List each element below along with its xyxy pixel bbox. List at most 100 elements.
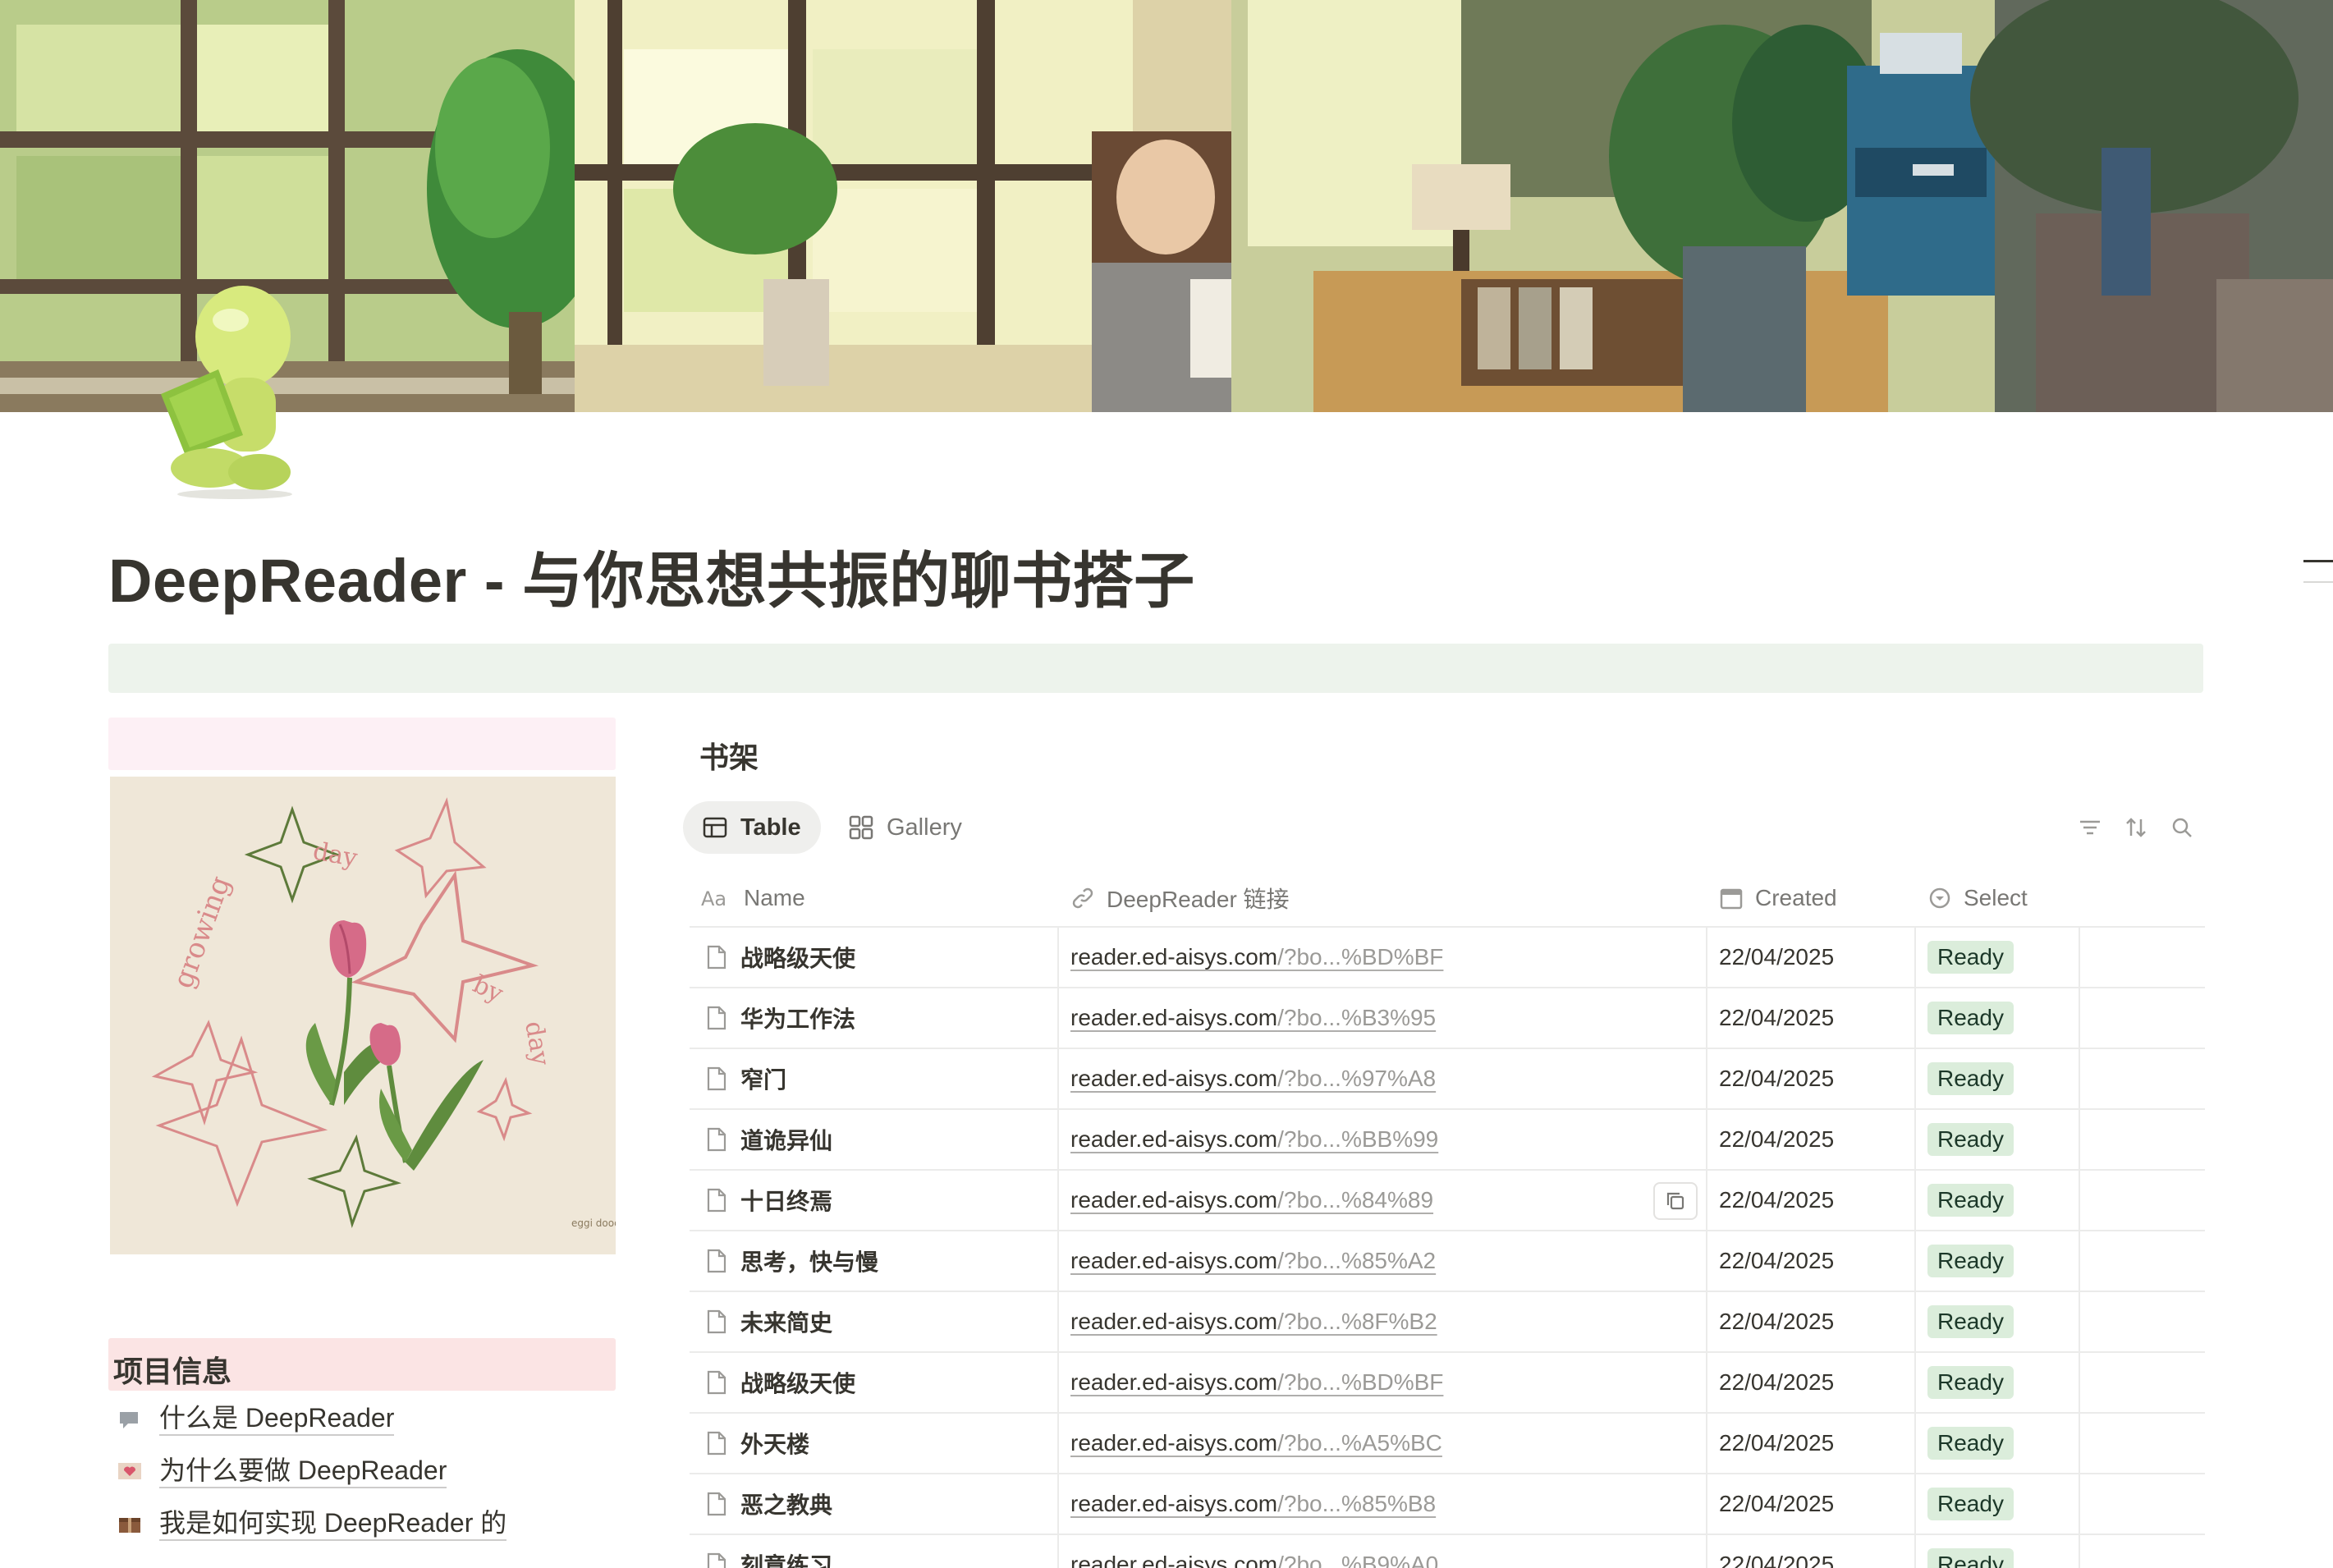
cell-select[interactable]: Ready — [1916, 1291, 2080, 1352]
column-header-name[interactable]: Aa Name — [690, 869, 1059, 927]
cell-created[interactable]: 22/04/2025 — [1707, 1170, 1916, 1231]
column-header-link[interactable]: DeepReader 链接 — [1059, 869, 1707, 927]
artwork-image[interactable]: growing day by day eggi doodz — [110, 777, 616, 1254]
table-row[interactable]: 战略级天使 reader.ed-aisys.com/?bo...%BD%BF 22/… — [690, 1352, 2205, 1414]
cell-name[interactable]: 华为工作法 — [690, 988, 1059, 1048]
cell-created[interactable]: 22/04/2025 — [1707, 1534, 1916, 1568]
cell-link[interactable]: reader.ed-aisys.com/?bo...%BD%BF — [1059, 927, 1707, 988]
cell-select[interactable]: Ready — [1916, 1474, 2080, 1534]
copy-link-button[interactable] — [1653, 1182, 1698, 1220]
project-info-item-3[interactable]: 我是如何实现 DeepReader 的 — [115, 1504, 507, 1543]
table-row[interactable]: 十日终焉 reader.ed-aisys.com/?bo...%84%89 22/0… — [690, 1170, 2205, 1231]
cell-empty[interactable] — [2080, 1231, 2205, 1291]
cover-image[interactable] — [0, 0, 2333, 412]
view-tab-table[interactable]: Table — [683, 801, 821, 854]
cell-select[interactable]: Ready — [1916, 1048, 2080, 1109]
cell-name[interactable]: 战略级天使 — [690, 1352, 1059, 1413]
page-title[interactable]: DeepReader - 与你思想共振的聊书搭子 — [108, 532, 1195, 620]
table-row[interactable]: 思考，快与慢 reader.ed-aisys.com/?bo...%85%A2 22… — [690, 1231, 2205, 1292]
table-row[interactable]: 恶之教典 reader.ed-aisys.com/?bo...%85%B8 22/0… — [690, 1474, 2205, 1535]
cell-empty[interactable] — [2080, 1413, 2205, 1474]
deepreader-link[interactable]: reader.ed-aisys.com/?bo...%BB%99 — [1070, 1126, 1438, 1153]
cell-created[interactable]: 22/04/2025 — [1707, 988, 1916, 1048]
cell-link[interactable]: reader.ed-aisys.com/?bo...%B3%95 — [1059, 988, 1707, 1048]
cell-created[interactable]: 22/04/2025 — [1707, 1352, 1916, 1413]
cell-name[interactable]: 刻意练习 — [690, 1534, 1059, 1568]
cell-name[interactable]: 窄门 — [690, 1048, 1059, 1109]
project-info-heading[interactable]: 项目信息 — [108, 1338, 616, 1391]
cell-link[interactable]: reader.ed-aisys.com/?bo...%97%A8 — [1059, 1048, 1707, 1109]
table-row[interactable]: 窄门 reader.ed-aisys.com/?bo...%97%A8 22/04/… — [690, 1048, 2205, 1110]
cell-empty[interactable] — [2080, 988, 2205, 1048]
cell-created[interactable]: 22/04/2025 — [1707, 1474, 1916, 1534]
project-info-item-2-label: 为什么要做 DeepReader — [159, 1454, 447, 1488]
cell-created[interactable]: 22/04/2025 — [1707, 1109, 1916, 1170]
search-icon[interactable] — [2169, 814, 2195, 841]
cell-select[interactable]: Ready — [1916, 927, 2080, 988]
deepreader-link[interactable]: reader.ed-aisys.com/?bo...%8F%B2 — [1070, 1309, 1437, 1335]
cell-link[interactable]: reader.ed-aisys.com/?bo...%BD%BF — [1059, 1352, 1707, 1413]
deepreader-link[interactable]: reader.ed-aisys.com/?bo...%BD%BF — [1070, 944, 1443, 970]
project-info-item-2[interactable]: 为什么要做 DeepReader — [115, 1451, 447, 1491]
filter-icon[interactable] — [2077, 814, 2103, 841]
deepreader-link[interactable]: reader.ed-aisys.com/?bo...%97%A8 — [1070, 1066, 1436, 1092]
cell-empty[interactable] — [2080, 1352, 2205, 1413]
cell-select[interactable]: Ready — [1916, 1170, 2080, 1231]
cell-link[interactable]: reader.ed-aisys.com/?bo...%8F%B2 — [1059, 1291, 1707, 1352]
deepreader-link[interactable]: reader.ed-aisys.com/?bo...%84%89 — [1070, 1187, 1433, 1213]
cell-created[interactable]: 22/04/2025 — [1707, 1291, 1916, 1352]
cell-empty[interactable] — [2080, 927, 2205, 988]
cell-created[interactable]: 22/04/2025 — [1707, 1048, 1916, 1109]
cell-empty[interactable] — [2080, 1048, 2205, 1109]
cell-created[interactable]: 22/04/2025 — [1707, 927, 1916, 988]
table-row[interactable]: 道诡异仙 reader.ed-aisys.com/?bo...%BB%99 22/0… — [690, 1109, 2205, 1171]
deepreader-link[interactable]: reader.ed-aisys.com/?bo...%85%B8 — [1070, 1491, 1436, 1517]
cell-select[interactable]: Ready — [1916, 988, 2080, 1048]
table-row[interactable]: 刻意练习 reader.ed-aisys.com/?bo...%B9%A0 22/0… — [690, 1534, 2205, 1568]
database-title[interactable]: 书架 — [699, 734, 759, 777]
cell-select[interactable]: Ready — [1916, 1534, 2080, 1568]
cell-select[interactable]: Ready — [1916, 1352, 2080, 1413]
page-icon[interactable] — [153, 279, 300, 501]
table-row[interactable]: 战略级天使 reader.ed-aisys.com/?bo...%BD%BF 22/… — [690, 927, 2205, 988]
outline-toggle-icon[interactable] — [2303, 560, 2333, 562]
table-row[interactable]: 外天楼 reader.ed-aisys.com/?bo...%A5%BC 22/04… — [690, 1413, 2205, 1474]
cell-link[interactable]: reader.ed-aisys.com/?bo...%85%B8 — [1059, 1474, 1707, 1534]
cell-link[interactable]: reader.ed-aisys.com/?bo...%84%89 — [1059, 1170, 1707, 1231]
deepreader-link[interactable]: reader.ed-aisys.com/?bo...%B3%95 — [1070, 1005, 1436, 1031]
cell-link[interactable]: reader.ed-aisys.com/?bo...%A5%BC — [1059, 1413, 1707, 1474]
cell-empty[interactable] — [2080, 1291, 2205, 1352]
cell-created[interactable]: 22/04/2025 — [1707, 1231, 1916, 1291]
column-header-created[interactable]: Created — [1707, 869, 1916, 927]
cell-name[interactable]: 十日终焉 — [690, 1170, 1059, 1231]
table-row[interactable]: 华为工作法 reader.ed-aisys.com/?bo...%B3%95 22/… — [690, 988, 2205, 1049]
cell-name[interactable]: 道诡异仙 — [690, 1109, 1059, 1170]
green-callout-block[interactable] — [108, 644, 2203, 693]
deepreader-link[interactable]: reader.ed-aisys.com/?bo...%B9%A0 — [1070, 1552, 1438, 1568]
deepreader-link[interactable]: reader.ed-aisys.com/?bo...%85%A2 — [1070, 1248, 1436, 1274]
cell-name[interactable]: 思考，快与慢 — [690, 1231, 1059, 1291]
cell-select[interactable]: Ready — [1916, 1109, 2080, 1170]
cell-name[interactable]: 未来简史 — [690, 1291, 1059, 1352]
cell-empty[interactable] — [2080, 1534, 2205, 1568]
cell-empty[interactable] — [2080, 1109, 2205, 1170]
cell-name[interactable]: 战略级天使 — [690, 927, 1059, 988]
view-tab-gallery[interactable]: Gallery — [829, 801, 982, 854]
cell-empty[interactable] — [2080, 1474, 2205, 1534]
sort-icon[interactable] — [2123, 814, 2149, 841]
cell-name[interactable]: 外天楼 — [690, 1413, 1059, 1474]
cell-select[interactable]: Ready — [1916, 1231, 2080, 1291]
table-row[interactable]: 未来简史 reader.ed-aisys.com/?bo...%8F%B2 22/0… — [690, 1291, 2205, 1353]
column-header-select[interactable]: Select — [1916, 869, 2080, 927]
deepreader-link[interactable]: reader.ed-aisys.com/?bo...%A5%BC — [1070, 1430, 1442, 1456]
cell-select[interactable]: Ready — [1916, 1413, 2080, 1474]
cell-link[interactable]: reader.ed-aisys.com/?bo...%85%A2 — [1059, 1231, 1707, 1291]
project-info-item-1[interactable]: 什么是 DeepReader — [115, 1399, 395, 1438]
cell-created[interactable]: 22/04/2025 — [1707, 1413, 1916, 1474]
cell-empty[interactable] — [2080, 1170, 2205, 1231]
deepreader-link[interactable]: reader.ed-aisys.com/?bo...%BD%BF — [1070, 1369, 1443, 1396]
cell-name[interactable]: 恶之教典 — [690, 1474, 1059, 1534]
cell-link[interactable]: reader.ed-aisys.com/?bo...%B9%A0 — [1059, 1534, 1707, 1568]
cell-link[interactable]: reader.ed-aisys.com/?bo...%BB%99 — [1059, 1109, 1707, 1170]
pink-callout-block[interactable] — [108, 718, 616, 770]
